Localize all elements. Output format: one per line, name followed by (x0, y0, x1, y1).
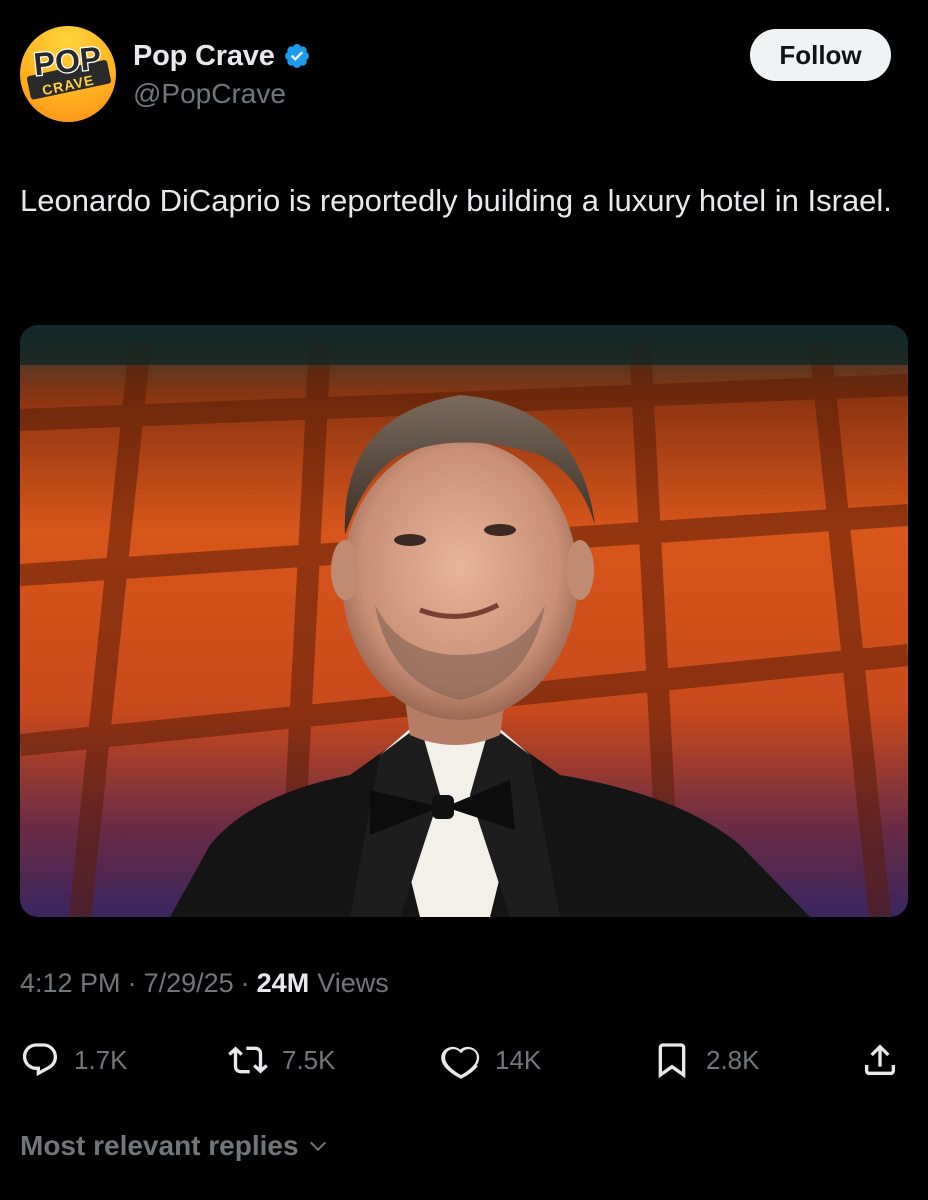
repost-icon (228, 1046, 268, 1074)
tweet-date[interactable]: 7/29/25 (144, 968, 234, 999)
share-button[interactable] (860, 1032, 900, 1088)
replies-sort-label: Most relevant replies (20, 1130, 299, 1161)
pop-crave-logo: POP CRAVE (26, 38, 112, 100)
author-handle[interactable]: @PopCrave (133, 78, 286, 110)
reply-button[interactable]: 1.7K (20, 1032, 128, 1088)
tweet-time[interactable]: 4:12 PM (20, 968, 121, 999)
tweet-meta: 4:12 PM · 7/29/25 · 24M Views (20, 968, 389, 999)
bookmark-count: 2.8K (706, 1044, 760, 1075)
author-display-name[interactable]: Pop Crave (133, 40, 275, 73)
follow-button[interactable]: Follow (750, 29, 891, 81)
bookmark-button[interactable]: 2.8K (652, 1032, 760, 1088)
reply-icon (22, 1043, 58, 1077)
chevron-down-icon (309, 1141, 326, 1152)
avatar[interactable]: POP CRAVE (20, 26, 116, 122)
tweet-action-bar: 1.7K 7.5K 14K 2.8K (0, 1032, 928, 1088)
tweet-header: POP CRAVE Pop Crave @PopCrave Follow (0, 0, 928, 140)
author-name-row[interactable]: Pop Crave (133, 38, 311, 74)
meta-separator: · (127, 968, 137, 998)
tweet-text: Leonardo DiCaprio is reportedly building… (20, 183, 892, 218)
repost-button[interactable]: 7.5K (228, 1032, 336, 1088)
share-icon (865, 1044, 895, 1075)
replies-sort-dropdown[interactable]: Most relevant replies (20, 1130, 329, 1162)
views-count[interactable]: 24M (257, 968, 310, 999)
tweet-photo[interactable] (20, 325, 908, 917)
meta-separator: · (240, 968, 250, 998)
like-count: 14K (495, 1044, 542, 1075)
views-label: Views (317, 968, 389, 998)
reply-count: 1.7K (74, 1044, 128, 1075)
like-button[interactable]: 14K (441, 1032, 541, 1088)
like-icon (441, 1046, 480, 1079)
bookmark-icon (658, 1043, 686, 1079)
repost-count: 7.5K (282, 1044, 336, 1075)
verified-badge-icon (284, 44, 309, 68)
photo-illustration (20, 325, 908, 917)
